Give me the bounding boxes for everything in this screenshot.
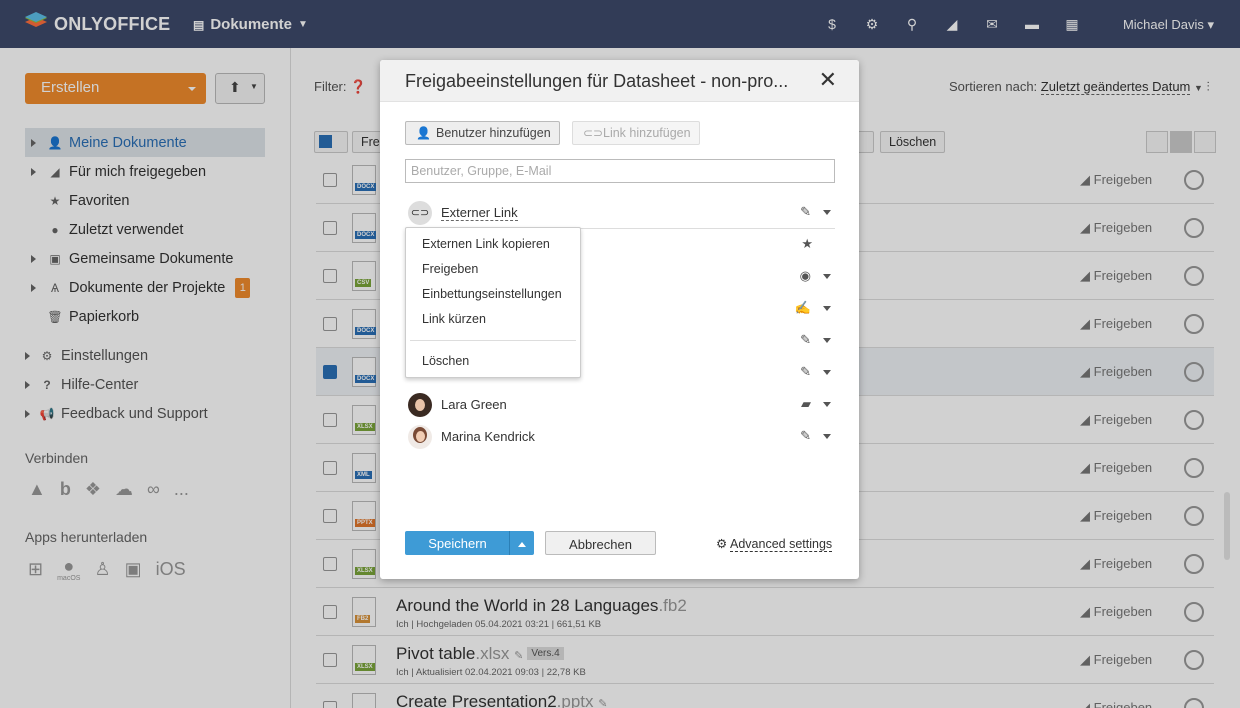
- access-dropdown[interactable]: [823, 402, 831, 411]
- cancel-button[interactable]: Abbrechen: [545, 531, 656, 555]
- add-link-button[interactable]: ⊂⊃ Link hinzufügen: [572, 121, 700, 145]
- menu-item-copy-link[interactable]: Externen Link kopieren: [422, 237, 550, 251]
- pencil-icon[interactable]: ✎: [800, 204, 811, 220]
- access-dropdown[interactable]: [823, 434, 831, 443]
- access-dropdown[interactable]: [823, 370, 831, 379]
- link-icon: ⊂⊃: [583, 126, 604, 140]
- person-icon: 👤: [416, 126, 431, 140]
- add-user-label: Benutzer hinzufügen: [436, 126, 551, 140]
- external-link-label[interactable]: Externer Link: [441, 205, 518, 221]
- review-icon[interactable]: ✍: [795, 300, 811, 316]
- access-dropdown[interactable]: [823, 210, 831, 219]
- access-dropdown[interactable]: [823, 274, 831, 283]
- advanced-label: Advanced settings: [730, 537, 833, 552]
- pencil-icon[interactable]: ✎: [800, 332, 811, 348]
- share-row-marina-kendrick: Marina Kendrick ✎: [405, 421, 835, 453]
- avatar: [408, 425, 432, 449]
- eye-icon[interactable]: ◉: [800, 268, 811, 284]
- menu-item-embed-settings[interactable]: Einbettungseinstellungen: [422, 287, 562, 301]
- external-link-context-menu: Externen Link kopieren Freigeben Einbett…: [405, 227, 581, 378]
- share-row-lara-green: Lara Green ▰: [405, 389, 835, 421]
- add-user-button[interactable]: 👤 Benutzer hinzufügen: [405, 121, 560, 145]
- external-link-row: ⊂⊃ Externer Link ✎: [405, 197, 835, 229]
- comment-icon[interactable]: ▰: [801, 396, 811, 412]
- advanced-settings-link[interactable]: ⚙ Advanced settings: [716, 536, 833, 552]
- user-search-input[interactable]: Benutzer, Gruppe, E-Mail: [405, 159, 835, 183]
- access-dropdown[interactable]: [823, 306, 831, 315]
- scrollbar[interactable]: [1224, 492, 1230, 560]
- avatar: [408, 393, 432, 417]
- owner-star-icon: ★: [801, 236, 813, 251]
- dialog-header: Freigabeeinstellungen für Datasheet - no…: [380, 60, 859, 102]
- close-icon[interactable]: ✕: [819, 69, 837, 91]
- pencil-icon[interactable]: ✎: [800, 364, 811, 380]
- menu-item-shorten-link[interactable]: Link kürzen: [422, 312, 486, 326]
- access-dropdown[interactable]: [823, 338, 831, 347]
- menu-item-share[interactable]: Freigeben: [422, 262, 478, 276]
- user-name: Lara Green: [441, 397, 507, 412]
- menu-divider: [410, 340, 576, 341]
- pencil-icon[interactable]: ✎: [800, 428, 811, 444]
- user-name: Marina Kendrick: [441, 429, 535, 444]
- link-icon: ⊂⊃: [408, 201, 432, 225]
- gear-icon: ⚙: [716, 537, 728, 551]
- add-link-label: Link hinzufügen: [603, 126, 691, 140]
- save-options-button[interactable]: [509, 531, 534, 555]
- menu-item-delete[interactable]: Löschen: [422, 354, 469, 368]
- save-button[interactable]: Speichern: [405, 531, 510, 555]
- dialog-title: Freigabeeinstellungen für Datasheet - no…: [405, 71, 789, 91]
